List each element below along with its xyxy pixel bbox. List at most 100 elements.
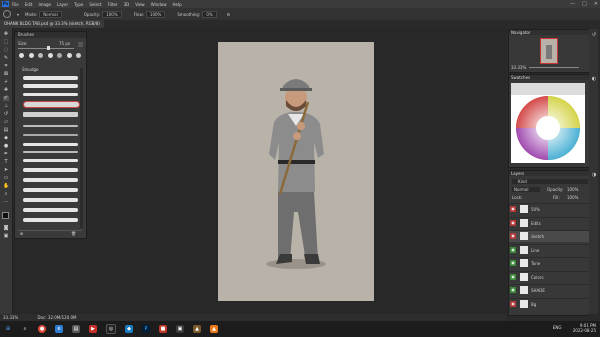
app-icon[interactable]: ▶ xyxy=(89,325,97,333)
menu-type[interactable]: Type xyxy=(74,2,83,7)
layer-thumbnail[interactable] xyxy=(520,205,528,213)
dodge-tool-icon[interactable]: ● xyxy=(3,144,9,149)
menu-filter[interactable]: Filter xyxy=(108,2,118,7)
app-icon-red[interactable]: ■ xyxy=(159,325,167,333)
menu-layer[interactable]: Layer xyxy=(57,2,68,7)
close-button[interactable]: ✕ xyxy=(594,1,598,7)
layer-name[interactable]: SHADE xyxy=(531,285,545,296)
brush-preset-stroke[interactable] xyxy=(23,168,78,172)
eraser-tool-icon[interactable]: ▱ xyxy=(3,120,9,125)
brushes-panel-title[interactable]: Brushes xyxy=(15,32,86,38)
layer-row[interactable]: ◉ Colors xyxy=(509,270,589,283)
layer-visibility-icon[interactable]: ◉ xyxy=(510,206,516,212)
layer-row[interactable]: ◉ Edits xyxy=(509,216,589,229)
brushes-scrollbar[interactable] xyxy=(80,68,83,228)
layer-visibility-icon[interactable]: ◉ xyxy=(510,300,516,307)
photoshop-taskbar-icon[interactable]: P xyxy=(142,325,150,333)
layers-tab[interactable]: Layers xyxy=(509,171,589,176)
chrome-icon[interactable]: ● xyxy=(38,325,46,333)
move-tool-icon[interactable]: ✥ xyxy=(3,32,9,37)
quick-select-tool-icon[interactable]: ✎ xyxy=(3,56,9,61)
layer-name[interactable]: 50% xyxy=(531,204,540,215)
menu-select[interactable]: Select xyxy=(89,2,101,7)
brush-preset-stroke[interactable] xyxy=(23,151,78,153)
layer-name[interactable]: Colors xyxy=(531,272,544,283)
brush-preset-stroke[interactable] xyxy=(23,143,78,146)
mode-select[interactable]: Normal xyxy=(39,10,62,18)
navigator-zoom[interactable]: 33.33% xyxy=(511,65,526,70)
brush-size-value[interactable]: 75 px xyxy=(59,41,70,46)
crop-tool-icon[interactable]: ⌗ xyxy=(3,64,9,69)
layer-name[interactable]: Edits xyxy=(531,218,541,229)
layer-row[interactable]: ◉ sketch xyxy=(509,230,589,242)
menu-edit[interactable]: Edit xyxy=(25,2,33,7)
layer-row[interactable]: ◉ Line xyxy=(509,243,589,256)
clone-stamp-tool-icon[interactable]: ⊥ xyxy=(3,104,9,109)
settings-gear-icon[interactable]: ⚙ xyxy=(227,12,231,17)
document-canvas[interactable] xyxy=(218,42,374,301)
blur-tool-icon[interactable]: ◆ xyxy=(3,136,9,141)
layer-visibility-icon[interactable]: ◉ xyxy=(510,260,516,266)
menu-3d[interactable]: 3D xyxy=(124,2,130,7)
gradient-tool-icon[interactable]: ▤ xyxy=(3,128,9,133)
layer-thumbnail[interactable] xyxy=(520,259,528,267)
brush-size-slider[interactable] xyxy=(18,48,74,49)
language-indicator[interactable]: ENG xyxy=(553,325,562,330)
vlc-icon[interactable]: ▲ xyxy=(210,325,218,333)
document-tab[interactable]: OHANK BLDG TAB.psd @ 33.3% (sketch, RGB/… xyxy=(0,20,104,28)
brush-preset-stroke[interactable] xyxy=(23,84,78,88)
layer-name[interactable]: Bg xyxy=(531,299,536,310)
menu-file[interactable]: File xyxy=(12,2,19,7)
layer-name[interactable]: Line xyxy=(531,245,539,256)
layer-name[interactable]: Tone xyxy=(531,258,540,269)
layer-visibility-icon[interactable]: ◉ xyxy=(510,273,516,280)
brush-preset-stroke[interactable] xyxy=(23,208,78,212)
maximize-button[interactable]: □ xyxy=(582,1,587,7)
layer-row[interactable]: ◉ Tone xyxy=(509,257,589,269)
brush-preset-stroke[interactable] xyxy=(23,218,78,222)
layer-row[interactable]: ◉ 50% xyxy=(509,203,589,215)
windows-start-icon[interactable]: ⊞ xyxy=(4,325,12,333)
menu-window[interactable]: Window xyxy=(151,2,167,7)
layer-opacity-value[interactable]: 100% xyxy=(567,187,578,192)
layer-row[interactable]: ◉ SHADE xyxy=(509,284,589,296)
layer-thumbnail[interactable] xyxy=(520,299,528,308)
more-tools-icon[interactable]: ⋯ xyxy=(3,200,9,205)
brush-tool-icon[interactable]: ✐ xyxy=(3,96,9,101)
menu-help[interactable]: Help xyxy=(172,2,181,7)
color-panel-icon[interactable]: ◐ xyxy=(591,77,597,82)
brush-tool-icon[interactable] xyxy=(3,10,11,18)
smoothing-field[interactable]: 0% xyxy=(202,10,217,18)
flow-field[interactable]: 100% xyxy=(145,10,166,18)
search-icon[interactable]: ⌕ xyxy=(21,325,29,333)
app-icon-gray[interactable]: ▣ xyxy=(176,325,184,333)
healing-tool-icon[interactable]: ✚ xyxy=(3,88,9,93)
navigator-zoom-slider[interactable] xyxy=(529,67,579,68)
brush-preset-stroke[interactable] xyxy=(23,93,78,96)
zoom-tool-icon[interactable]: ⌕ xyxy=(3,192,9,197)
layer-thumbnail[interactable] xyxy=(520,286,528,294)
screen-mode-icon[interactable]: ▣ xyxy=(3,234,9,239)
opacity-field[interactable]: 100% xyxy=(102,10,122,18)
path-select-tool-icon[interactable]: ➤ xyxy=(3,168,9,173)
delete-brush-icon[interactable]: 🗑 xyxy=(71,231,76,236)
foreground-color-swatch[interactable] xyxy=(2,212,9,219)
marquee-tool-icon[interactable]: ⬚ xyxy=(3,40,9,45)
minimize-button[interactable]: — xyxy=(570,1,575,7)
brush-preset-picker[interactable]: ▾ xyxy=(17,12,19,17)
swatches-grid[interactable] xyxy=(511,83,585,163)
layer-visibility-icon[interactable]: ◉ xyxy=(510,287,516,293)
menu-view[interactable]: View xyxy=(135,2,145,7)
menu-image[interactable]: Image xyxy=(38,2,51,7)
lasso-tool-icon[interactable]: ◌ xyxy=(3,48,9,53)
brush-size-slider-handle[interactable] xyxy=(47,46,50,50)
navigator-preview[interactable] xyxy=(540,38,558,64)
new-brush-icon[interactable] xyxy=(78,42,83,47)
brush-preset-stroke[interactable] xyxy=(23,178,78,182)
swatches-tab[interactable]: Swatches xyxy=(509,75,589,80)
app-icon-blue[interactable]: ◆ xyxy=(125,325,133,333)
layer-thumbnail[interactable] xyxy=(520,245,528,254)
browser-icon[interactable]: e xyxy=(55,325,63,333)
file-explorer-icon[interactable]: ▤ xyxy=(72,325,80,333)
eyedropper-tool-icon[interactable]: ⌿ xyxy=(3,80,9,85)
